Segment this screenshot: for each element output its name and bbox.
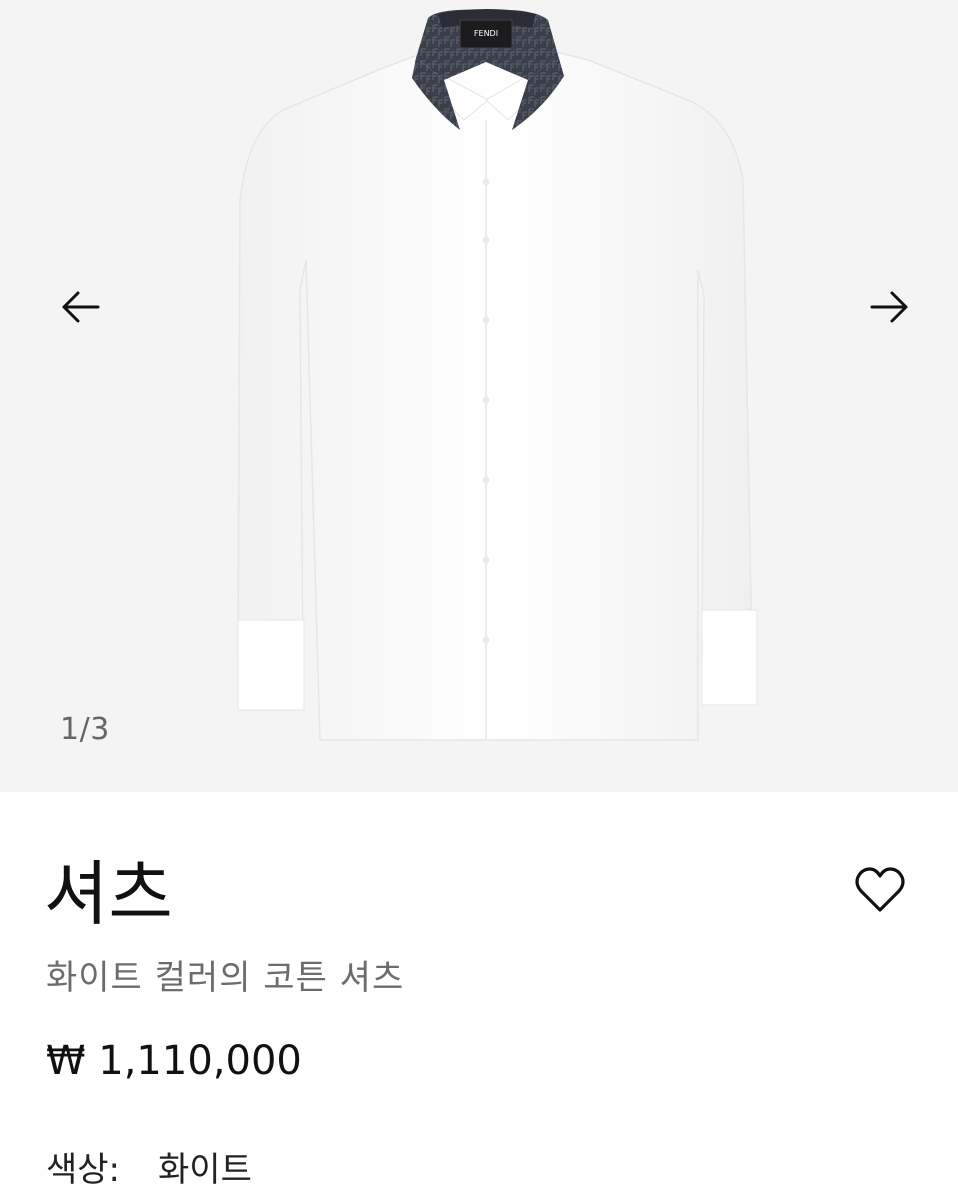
product-image-gallery[interactable]: FENDI 1/3 xyxy=(0,0,958,792)
arrow-right-icon xyxy=(870,291,908,323)
color-option: 색상: 화이트 xyxy=(46,1142,252,1191)
image-counter: 1/3 xyxy=(60,712,110,747)
arrow-left-icon xyxy=(62,291,100,323)
heart-icon xyxy=(855,867,905,912)
svg-text:FENDI: FENDI xyxy=(474,29,498,38)
product-subtitle: 화이트 컬러의 코튼 셔츠 xyxy=(46,958,405,998)
wishlist-button[interactable] xyxy=(852,864,908,916)
product-image: FENDI xyxy=(237,9,758,741)
product-title: 셔츠 xyxy=(44,853,173,935)
next-image-button[interactable] xyxy=(862,282,918,332)
color-value: 화이트 xyxy=(158,1150,252,1190)
product-price: ₩ 1,110,000 xyxy=(46,1038,302,1084)
previous-image-button[interactable] xyxy=(52,282,108,332)
color-label: 색상: xyxy=(46,1150,121,1190)
